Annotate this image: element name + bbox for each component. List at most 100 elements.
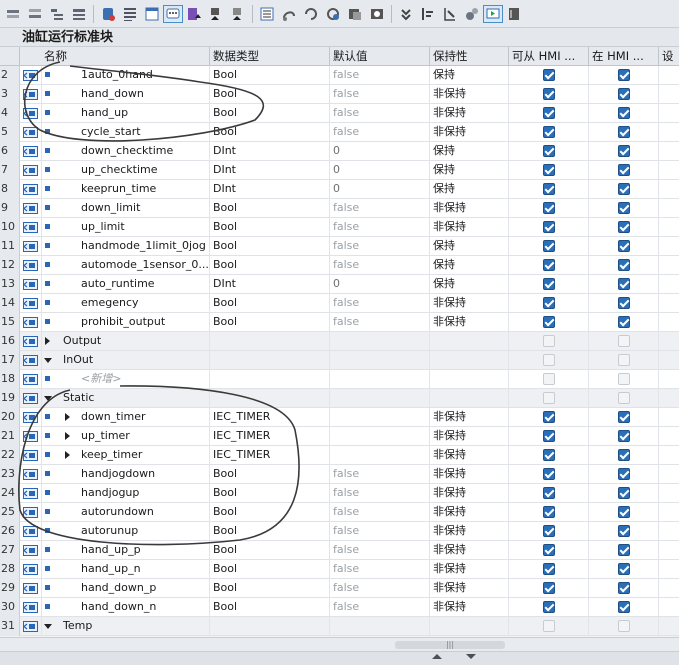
hmi-visible-checkbox[interactable]	[618, 392, 630, 404]
table-row[interactable]: 19 Static	[0, 389, 679, 408]
name-cell[interactable]: autorundown	[42, 503, 210, 522]
name-cell[interactable]: down_timer	[42, 408, 210, 427]
hmi-visible-checkbox[interactable]	[618, 563, 630, 575]
hmi-access-checkbox[interactable]	[543, 468, 555, 480]
retain-cell[interactable]: 非保持	[430, 218, 509, 237]
name-cell[interactable]: handjogdown	[42, 465, 210, 484]
hmi-visible-checkbox[interactable]	[618, 354, 630, 366]
hmi-access-checkbox[interactable]	[543, 145, 555, 157]
name-cell[interactable]: up_limit	[42, 218, 210, 237]
setpoint-cell[interactable]	[659, 199, 679, 218]
data-type-cell[interactable]	[210, 370, 330, 389]
data-type-cell[interactable]: DInt	[210, 275, 330, 294]
hmi-access-checkbox[interactable]	[543, 164, 555, 176]
table-row[interactable]: 2 1auto_0hand Bool false 保持	[0, 66, 679, 85]
data-type-cell[interactable]	[210, 351, 330, 370]
hmi-access-checkbox[interactable]	[543, 240, 555, 252]
column-header-retain[interactable]: 保持性	[430, 47, 509, 66]
column-header-data-type[interactable]: 数据类型	[210, 47, 330, 66]
name-cell[interactable]: hand_up_n	[42, 560, 210, 579]
default-value-cell[interactable]: false	[330, 85, 430, 104]
hmi-visible-checkbox[interactable]	[618, 601, 630, 613]
default-value-cell[interactable]: false	[330, 522, 430, 541]
table-row[interactable]: 17 InOut	[0, 351, 679, 370]
table-row[interactable]: 25 autorundown Bool false 非保持	[0, 503, 679, 522]
retain-cell[interactable]: 非保持	[430, 446, 509, 465]
name-cell[interactable]: up_timer	[42, 427, 210, 446]
default-value-cell[interactable]	[330, 617, 430, 636]
bottom-splitter[interactable]	[0, 651, 679, 665]
table-row[interactable]: 15 prohibit_output Bool false 非保持	[0, 313, 679, 332]
default-value-cell[interactable]: false	[330, 66, 430, 85]
retain-cell[interactable]	[430, 389, 509, 408]
collapse-arrow-icon[interactable]	[44, 358, 52, 363]
data-type-cell[interactable]: Bool	[210, 484, 330, 503]
monitor-all-button[interactable]	[483, 4, 503, 23]
table-row[interactable]: 9 down_limit Bool false 非保持	[0, 199, 679, 218]
table-row[interactable]: 24 handjogup Bool false 非保持	[0, 484, 679, 503]
column-header-hmi-access[interactable]: 可从 HMI ...	[509, 47, 589, 66]
table-row[interactable]: 30 hand_down_n Bool false 非保持	[0, 598, 679, 617]
hmi-visible-checkbox[interactable]	[618, 88, 630, 100]
retain-cell[interactable]	[430, 617, 509, 636]
insert-row-button[interactable]	[2, 4, 24, 24]
default-value-cell[interactable]: false	[330, 465, 430, 484]
data-type-cell[interactable]: Bool	[210, 560, 330, 579]
hmi-visible-checkbox[interactable]	[618, 449, 630, 461]
column-header-hmi-visible[interactable]: 在 HMI ...	[589, 47, 659, 66]
download-button[interactable]	[205, 4, 227, 24]
hmi-access-checkbox[interactable]	[543, 373, 555, 385]
hmi-visible-checkbox[interactable]	[618, 373, 630, 385]
scrollbar-thumb[interactable]: |||	[395, 641, 505, 649]
collapse-button[interactable]	[68, 4, 90, 24]
setpoint-cell[interactable]	[659, 408, 679, 427]
data-type-cell[interactable]: Bool	[210, 218, 330, 237]
download-alt-button[interactable]	[227, 4, 249, 24]
monitor-button[interactable]	[163, 4, 183, 23]
setpoint-cell[interactable]	[659, 104, 679, 123]
table-row[interactable]: 16 Output	[0, 332, 679, 351]
hmi-visible-checkbox[interactable]	[618, 487, 630, 499]
collapse-down-icon[interactable]	[466, 654, 476, 659]
table-row[interactable]: 11 handmode_1limit_0jog Bool false 保持	[0, 237, 679, 256]
setpoint-cell[interactable]	[659, 370, 679, 389]
setpoint-cell[interactable]	[659, 180, 679, 199]
retain-cell[interactable]: 保持	[430, 275, 509, 294]
table-row[interactable]: 6 down_checktime DInt 0 保持	[0, 142, 679, 161]
reset-start-button[interactable]	[300, 4, 322, 24]
list-selected-button[interactable]	[256, 4, 278, 24]
setpoint-cell[interactable]	[659, 560, 679, 579]
name-cell[interactable]: autorunup	[42, 522, 210, 541]
hmi-access-checkbox[interactable]	[543, 601, 555, 613]
data-type-cell[interactable]	[210, 332, 330, 351]
hmi-access-checkbox[interactable]	[543, 525, 555, 537]
retain-cell[interactable]: 非保持	[430, 541, 509, 560]
setpoint-cell[interactable]	[659, 465, 679, 484]
retain-cell[interactable]: 非保持	[430, 560, 509, 579]
hmi-visible-checkbox[interactable]	[618, 620, 630, 632]
name-cell[interactable]: keep_timer	[42, 446, 210, 465]
hmi-access-checkbox[interactable]	[543, 278, 555, 290]
table-row[interactable]: 12 automode_1sensor_0... Bool false 保持	[0, 256, 679, 275]
table-row[interactable]: 14 emegency Bool false 非保持	[0, 294, 679, 313]
setpoint-cell[interactable]	[659, 484, 679, 503]
hmi-visible-checkbox[interactable]	[618, 107, 630, 119]
data-type-cell[interactable]: Bool	[210, 199, 330, 218]
name-cell[interactable]: automode_1sensor_0...	[42, 256, 210, 275]
retain-cell[interactable]: 非保持	[430, 294, 509, 313]
hmi-visible-checkbox[interactable]	[618, 259, 630, 271]
setpoint-cell[interactable]	[659, 237, 679, 256]
data-type-cell[interactable]: DInt	[210, 142, 330, 161]
name-cell[interactable]: hand_down_p	[42, 579, 210, 598]
hmi-access-checkbox[interactable]	[543, 449, 555, 461]
table-row[interactable]: 5 cycle_start Bool false 非保持	[0, 123, 679, 142]
hmi-access-checkbox[interactable]	[543, 354, 555, 366]
column-header-setpoint[interactable]: 设	[659, 47, 679, 66]
setpoint-cell[interactable]	[659, 123, 679, 142]
hmi-visible-checkbox[interactable]	[618, 145, 630, 157]
data-type-cell[interactable]: IEC_TIMER	[210, 427, 330, 446]
retain-cell[interactable]	[430, 351, 509, 370]
setpoint-cell[interactable]	[659, 579, 679, 598]
setpoint-cell[interactable]	[659, 332, 679, 351]
table-row[interactable]: 18 <新增>	[0, 370, 679, 389]
